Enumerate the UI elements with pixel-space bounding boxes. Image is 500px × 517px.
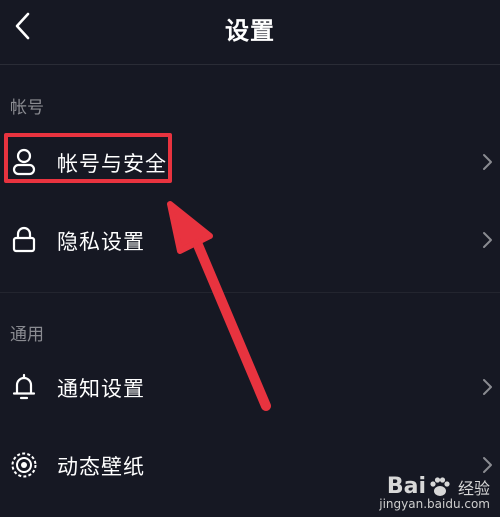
row-privacy-settings[interactable]: 隐私设置 [0,210,500,270]
highlight-box [4,133,172,183]
nav-bar: 设置 [0,0,500,62]
page-title: 设置 [225,17,275,45]
watermark-brand: Bai 经验 [379,474,490,499]
section-header-general: 通用 [10,325,44,345]
wallpaper-icon [9,450,39,480]
row-label: 通知设置 [57,377,145,401]
chevron-right-icon [483,379,492,395]
watermark-brand-suffix: 经验 [457,478,490,498]
paw-logo-icon [430,476,450,496]
section-divider [0,292,500,293]
nav-divider [0,64,500,65]
row-label: 隐私设置 [57,230,145,254]
section-header-account: 帐号 [10,98,44,118]
watermark-brand-prefix: Bai [386,474,426,499]
chevron-right-icon [483,232,492,248]
chevron-right-icon [483,154,492,170]
row-notification-settings[interactable]: 通知设置 [0,357,500,417]
row-label: 动态壁纸 [57,455,145,479]
chevron-right-icon [483,457,492,473]
baidu-jingyan-watermark: Bai 经验 jingyan.baidu.com [379,474,490,511]
watermark-site: jingyan.baidu.com [379,497,490,511]
lock-icon [9,225,39,255]
bell-icon [9,372,39,402]
